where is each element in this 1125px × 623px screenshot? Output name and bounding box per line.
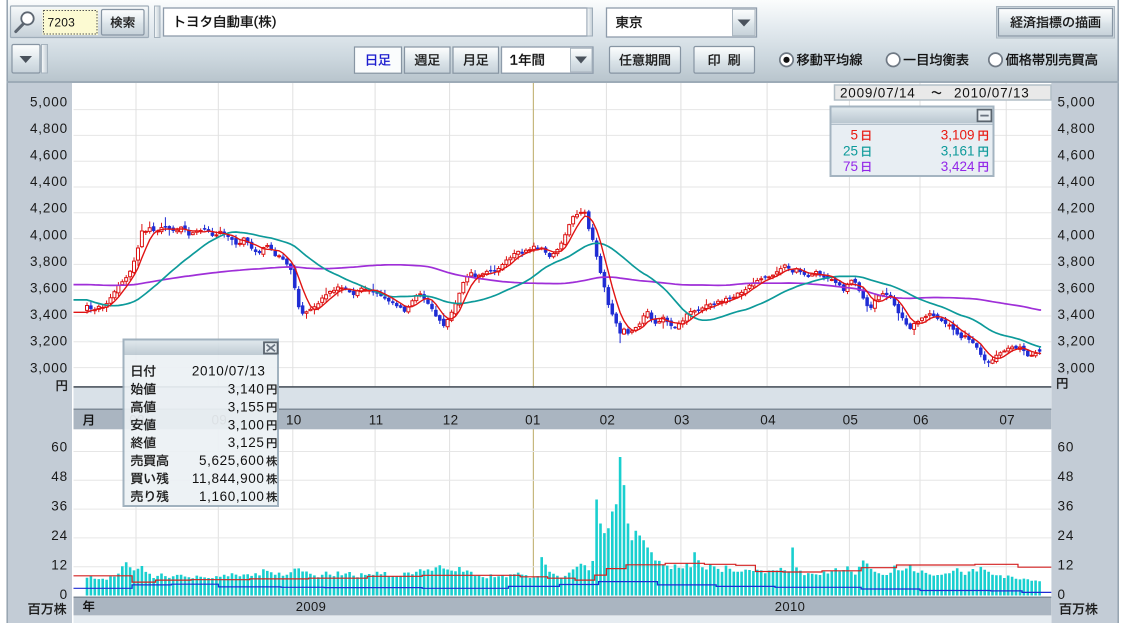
- svg-text:36: 36: [51, 499, 68, 514]
- svg-text:5,000: 5,000: [30, 94, 68, 109]
- svg-text:25: 25: [843, 144, 858, 159]
- svg-text:0: 0: [1058, 587, 1066, 602]
- svg-text:3,000: 3,000: [1058, 360, 1096, 375]
- svg-text:3,800: 3,800: [30, 254, 68, 269]
- svg-text:7203: 7203: [48, 16, 76, 30]
- svg-text:07: 07: [999, 413, 1015, 428]
- svg-text:2010: 2010: [775, 599, 806, 614]
- svg-text:4,000: 4,000: [1058, 227, 1096, 242]
- svg-text:4,800: 4,800: [1058, 121, 1096, 136]
- svg-text:12: 12: [51, 558, 68, 573]
- svg-text:10: 10: [286, 413, 302, 428]
- svg-text:5,625,600: 5,625,600: [199, 453, 264, 468]
- svg-text:03: 03: [674, 413, 690, 428]
- svg-text:05: 05: [843, 413, 859, 428]
- svg-text:4,200: 4,200: [30, 201, 68, 216]
- svg-text:48: 48: [51, 469, 68, 484]
- svg-text:60: 60: [1058, 440, 1075, 455]
- svg-text:75: 75: [843, 159, 858, 174]
- svg-text:4,800: 4,800: [30, 121, 68, 136]
- svg-text:0: 0: [60, 587, 68, 602]
- svg-text:3,100: 3,100: [228, 417, 265, 432]
- svg-text:02: 02: [600, 413, 616, 428]
- svg-text:12: 12: [443, 413, 459, 428]
- svg-text:5,000: 5,000: [1058, 94, 1096, 109]
- svg-text:24: 24: [1058, 528, 1075, 543]
- svg-text:4,600: 4,600: [1058, 148, 1096, 163]
- svg-text:04: 04: [760, 413, 776, 428]
- svg-text:3,200: 3,200: [1058, 334, 1096, 349]
- svg-text:3,161: 3,161: [941, 144, 975, 159]
- svg-text:3,000: 3,000: [30, 360, 68, 375]
- svg-text:2009: 2009: [296, 599, 327, 614]
- svg-text:36: 36: [1058, 499, 1075, 514]
- svg-text:3,400: 3,400: [1058, 307, 1096, 322]
- svg-text:3,140: 3,140: [228, 382, 265, 397]
- svg-text:4,000: 4,000: [30, 227, 68, 242]
- svg-text:3,800: 3,800: [1058, 254, 1096, 269]
- svg-text:01: 01: [525, 413, 541, 428]
- svg-text:3,600: 3,600: [1058, 281, 1096, 296]
- svg-text:3,200: 3,200: [30, 334, 68, 349]
- svg-text:4,400: 4,400: [1058, 174, 1096, 189]
- svg-text:3,155: 3,155: [228, 399, 265, 414]
- svg-text:06: 06: [913, 413, 929, 428]
- svg-text:3,400: 3,400: [30, 307, 68, 322]
- svg-text:3,125: 3,125: [228, 435, 265, 450]
- svg-text:24: 24: [51, 528, 68, 543]
- svg-text:11: 11: [369, 413, 384, 428]
- svg-text:3,109: 3,109: [941, 128, 975, 143]
- svg-text:4,400: 4,400: [30, 174, 68, 189]
- svg-text:3,424: 3,424: [941, 159, 975, 174]
- svg-text:12: 12: [1058, 558, 1075, 573]
- svg-text:4,600: 4,600: [30, 148, 68, 163]
- svg-text:1,160,100: 1,160,100: [199, 489, 264, 504]
- svg-text:2009/07/14: 2009/07/14: [840, 85, 916, 100]
- svg-text:11,844,900: 11,844,900: [192, 471, 265, 486]
- svg-text:5: 5: [850, 128, 858, 143]
- svg-text:48: 48: [1058, 469, 1075, 484]
- svg-text:4,200: 4,200: [1058, 201, 1096, 216]
- svg-text:60: 60: [51, 440, 68, 455]
- svg-text:3,600: 3,600: [30, 281, 68, 296]
- svg-text:2010/07/13: 2010/07/13: [954, 85, 1030, 100]
- svg-text:2010/07/13: 2010/07/13: [192, 364, 266, 379]
